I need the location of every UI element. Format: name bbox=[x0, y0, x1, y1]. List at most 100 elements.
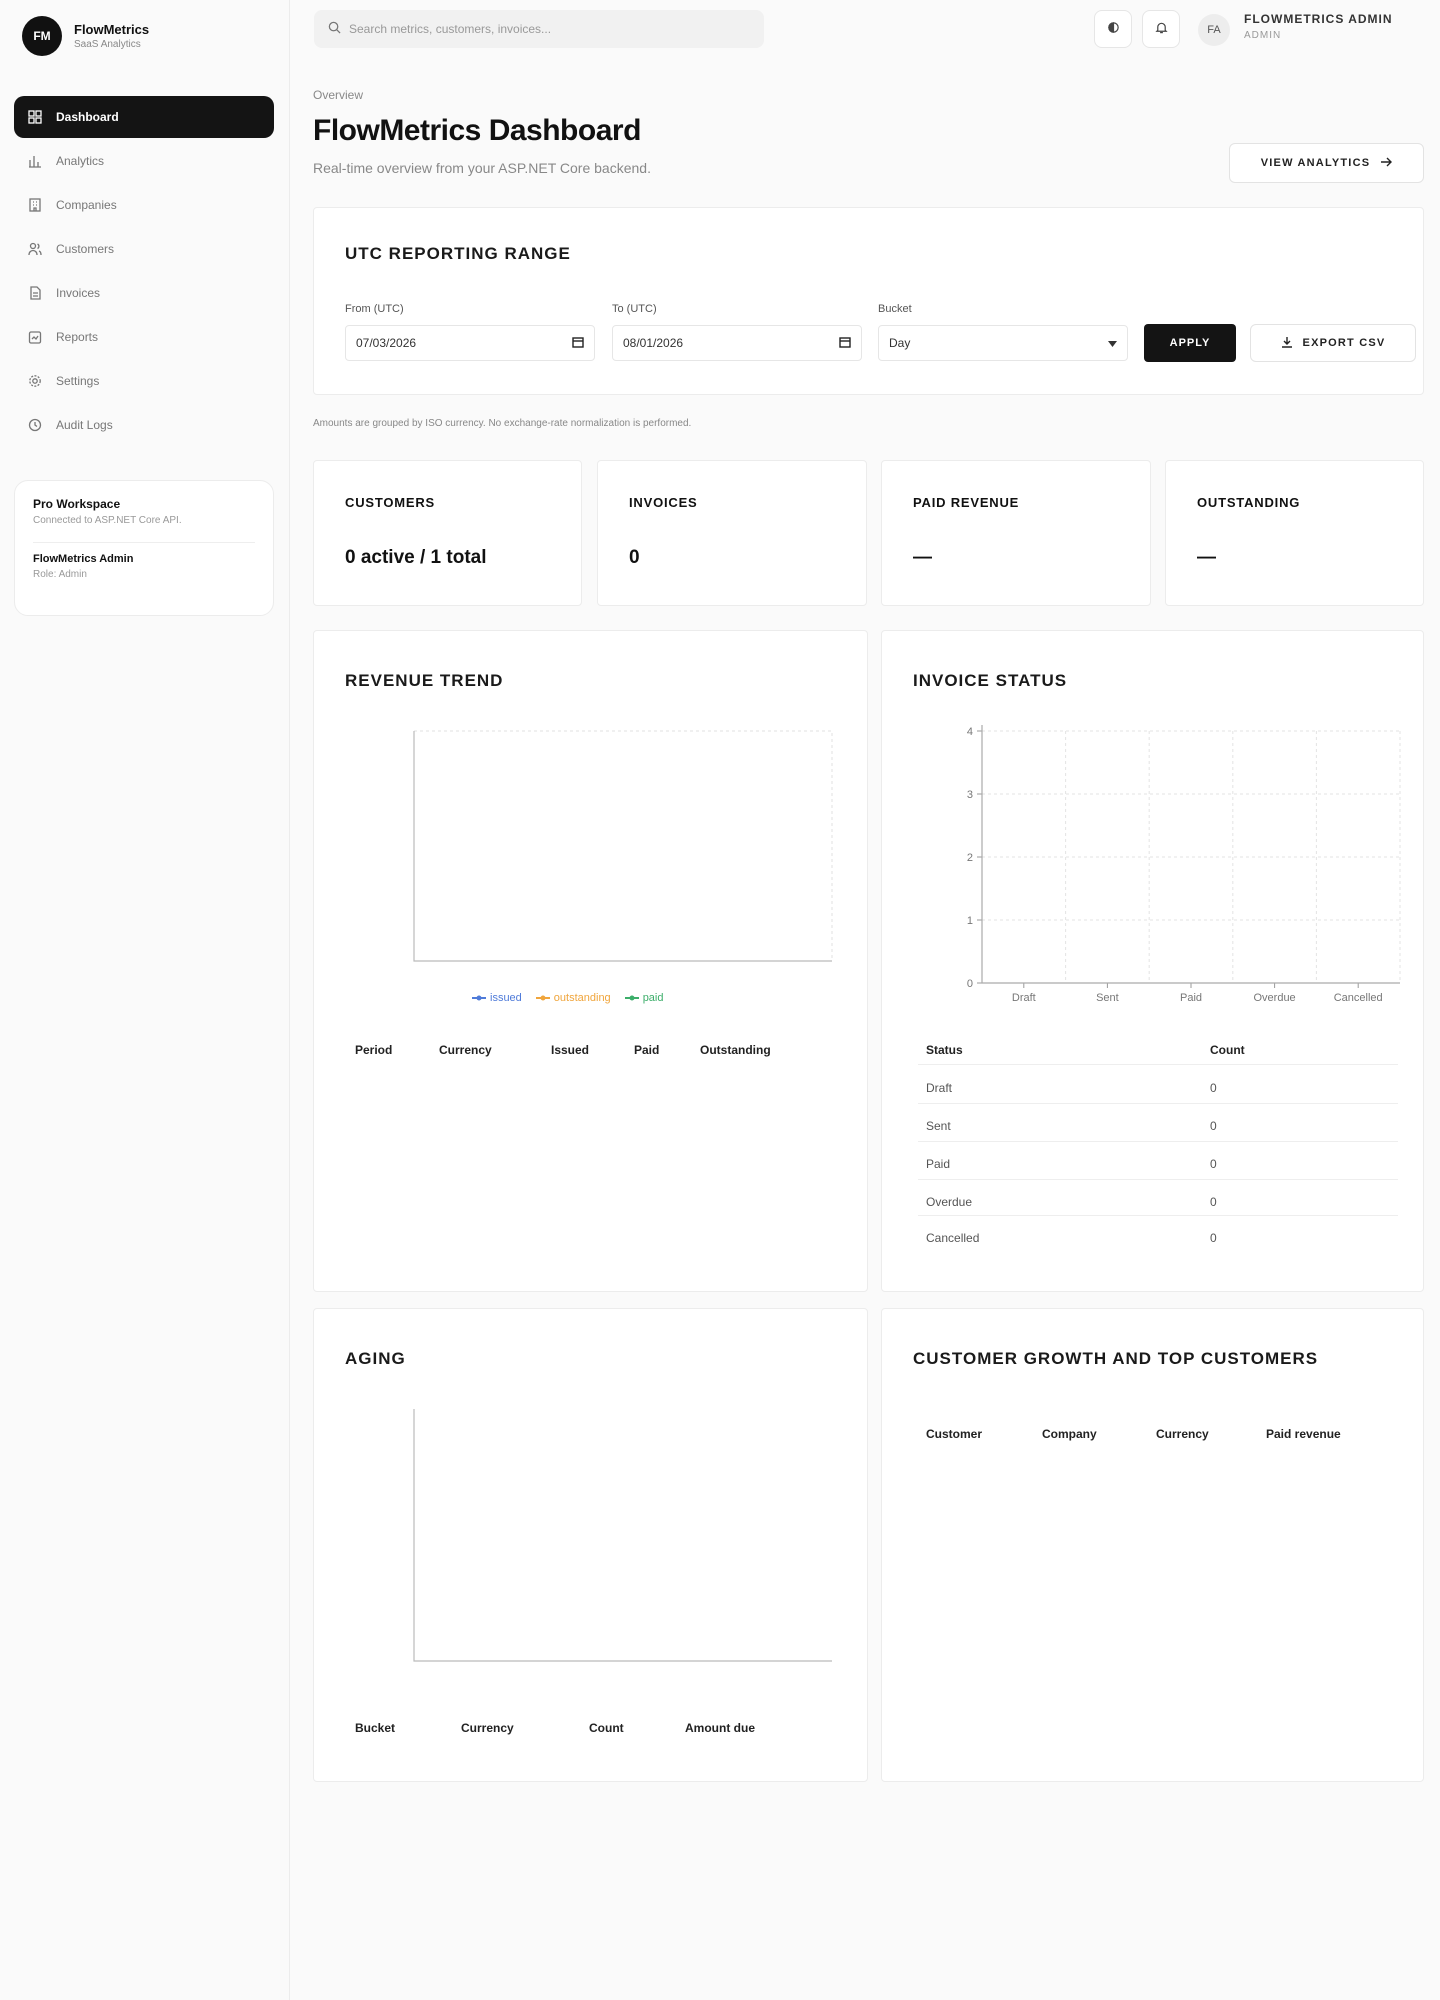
from-label: From (UTC) bbox=[345, 303, 404, 315]
page-subtitle: Real-time overview from your ASP.NET Cor… bbox=[313, 160, 651, 176]
chart-axis bbox=[413, 731, 832, 962]
table-header: Bucket bbox=[355, 1721, 396, 1735]
calendar-icon[interactable] bbox=[572, 336, 584, 351]
sidebar-item-label: Analytics bbox=[56, 154, 105, 168]
divider bbox=[918, 1215, 1398, 1216]
calendar-icon[interactable] bbox=[839, 336, 851, 351]
table-header: Amount due bbox=[685, 1721, 755, 1735]
count-cell: 0 bbox=[1210, 1195, 1217, 1209]
stat-label: INVOICES bbox=[629, 495, 698, 510]
divider bbox=[918, 1141, 1398, 1142]
x-tick-label: Sent bbox=[1096, 992, 1119, 1004]
bucket-label: Bucket bbox=[878, 303, 912, 315]
clock-icon bbox=[28, 418, 42, 432]
page-title: FlowMetrics Dashboard bbox=[313, 114, 641, 147]
bell-icon bbox=[1154, 21, 1168, 37]
brand[interactable]: FM FlowMetrics SaaS Analytics bbox=[22, 16, 149, 56]
status-cell: Draft bbox=[926, 1081, 953, 1095]
search-bar[interactable] bbox=[314, 10, 764, 48]
card-title: UTC REPORTING RANGE bbox=[345, 244, 571, 263]
chart-axis bbox=[413, 1409, 832, 1662]
stat-value: — bbox=[913, 547, 932, 568]
y-tick-label: 4 bbox=[967, 726, 973, 738]
from-date-input[interactable]: 07/03/2026 bbox=[345, 325, 595, 361]
user-name[interactable]: FLOWMETRICS ADMIN bbox=[1244, 12, 1393, 26]
avatar[interactable]: FA bbox=[1198, 14, 1230, 46]
invoice-status-chart: 0 1 2 3 4 Draft Sent Paid Overdue Cancelled bbox=[967, 725, 1401, 1004]
table-header: Company bbox=[1042, 1427, 1097, 1441]
status-cell: Paid bbox=[926, 1157, 951, 1171]
status-cell: Overdue bbox=[926, 1195, 973, 1209]
moon-icon bbox=[1107, 21, 1120, 37]
count-cell: 0 bbox=[1210, 1157, 1217, 1171]
brand-subtitle: SaaS Analytics bbox=[74, 39, 141, 50]
sidebar-item-dashboard[interactable]: Dashboard bbox=[14, 96, 274, 138]
brand-logo: FM bbox=[22, 16, 62, 56]
table-header: Paid bbox=[634, 1043, 660, 1057]
sidebar-item-companies[interactable]: Companies bbox=[14, 184, 274, 226]
view-analytics-label: VIEW ANALYTICS bbox=[1260, 157, 1371, 169]
chart-axis bbox=[981, 725, 1400, 984]
table-header: Count bbox=[1210, 1043, 1245, 1057]
building-icon bbox=[28, 198, 42, 212]
table-header: Customer bbox=[926, 1427, 983, 1441]
search-icon bbox=[328, 21, 341, 37]
workspace-card: Pro Workspace Connected to ASP.NET Core … bbox=[14, 480, 274, 616]
x-tick-label: Overdue bbox=[1253, 992, 1295, 1004]
stat-label: OUTSTANDING bbox=[1197, 495, 1301, 510]
legend-label: outstanding bbox=[553, 992, 611, 1004]
apply-button[interactable]: APPLY bbox=[1144, 324, 1236, 362]
legend-label: issued bbox=[490, 992, 522, 1004]
workspace-title: Pro Workspace bbox=[33, 497, 121, 511]
table-header: Count bbox=[589, 1721, 624, 1735]
sidebar-item-label: Settings bbox=[56, 374, 100, 388]
sidebar-item-label: Audit Logs bbox=[56, 418, 113, 432]
file-icon bbox=[28, 286, 42, 300]
sidebar-item-label: Reports bbox=[56, 330, 99, 344]
view-analytics-button[interactable]: VIEW ANALYTICS bbox=[1229, 143, 1424, 183]
stat-card-outstanding: OUTSTANDING — bbox=[1165, 460, 1424, 606]
theme-toggle-button[interactable] bbox=[1094, 10, 1132, 48]
export-csv-button[interactable]: EXPORT CSV bbox=[1250, 324, 1416, 362]
legend-item-outstanding[interactable]: outstanding bbox=[535, 992, 611, 1004]
workspace-subtitle: Connected to ASP.NET Core API. bbox=[33, 515, 182, 526]
arrow-right-icon bbox=[1380, 157, 1393, 170]
sidebar-item-customers[interactable]: Customers bbox=[14, 228, 274, 270]
table-header: Currency bbox=[461, 1721, 514, 1735]
sidebar-item-analytics[interactable]: Analytics bbox=[14, 140, 274, 182]
sidebar-nav: Dashboard Analytics Companies Customers … bbox=[14, 96, 274, 448]
y-tick-label: 3 bbox=[967, 789, 973, 801]
download-icon bbox=[1281, 336, 1293, 351]
stat-value: 0 active / 1 total bbox=[345, 547, 487, 568]
bucket-value: Day bbox=[889, 336, 911, 350]
to-label: To (UTC) bbox=[612, 303, 657, 315]
sidebar-item-invoices[interactable]: Invoices bbox=[14, 272, 274, 314]
aging-card: AGING Bucket Currency Count Amount due bbox=[313, 1308, 868, 1782]
search-input[interactable] bbox=[349, 22, 749, 36]
stat-value: 0 bbox=[629, 547, 640, 568]
y-tick-label: 0 bbox=[967, 978, 973, 990]
sidebar-item-reports[interactable]: Reports bbox=[14, 316, 274, 358]
sidebar-item-audit-logs[interactable]: Audit Logs bbox=[14, 404, 274, 446]
stat-card-paid-revenue: PAID REVENUE — bbox=[881, 460, 1151, 606]
aging-chart bbox=[413, 1409, 832, 1662]
to-date-input[interactable]: 08/01/2026 bbox=[612, 325, 862, 361]
bucket-select[interactable]: Day bbox=[878, 325, 1128, 361]
breadcrumb: Overview bbox=[313, 88, 364, 102]
dashboard-icon bbox=[28, 110, 42, 124]
legend-item-issued[interactable]: issued bbox=[472, 992, 522, 1004]
user-role: ADMIN bbox=[1244, 30, 1282, 41]
x-tick-label: Paid bbox=[1180, 992, 1202, 1004]
sidebar-item-settings[interactable]: Settings bbox=[14, 360, 274, 402]
legend-line-icon bbox=[535, 995, 550, 1001]
stat-card-customers: CUSTOMERS 0 active / 1 total bbox=[313, 460, 582, 606]
status-cell: Sent bbox=[926, 1119, 951, 1133]
notifications-button[interactable] bbox=[1142, 10, 1180, 48]
workspace-role: Role: Admin bbox=[33, 569, 87, 580]
chart-grid bbox=[413, 730, 833, 962]
table-header: Currency bbox=[439, 1043, 492, 1057]
legend-item-paid[interactable]: paid bbox=[624, 992, 663, 1004]
sidebar-item-label: Customers bbox=[56, 242, 115, 256]
stat-value: — bbox=[1197, 547, 1216, 568]
count-cell: 0 bbox=[1210, 1119, 1217, 1133]
